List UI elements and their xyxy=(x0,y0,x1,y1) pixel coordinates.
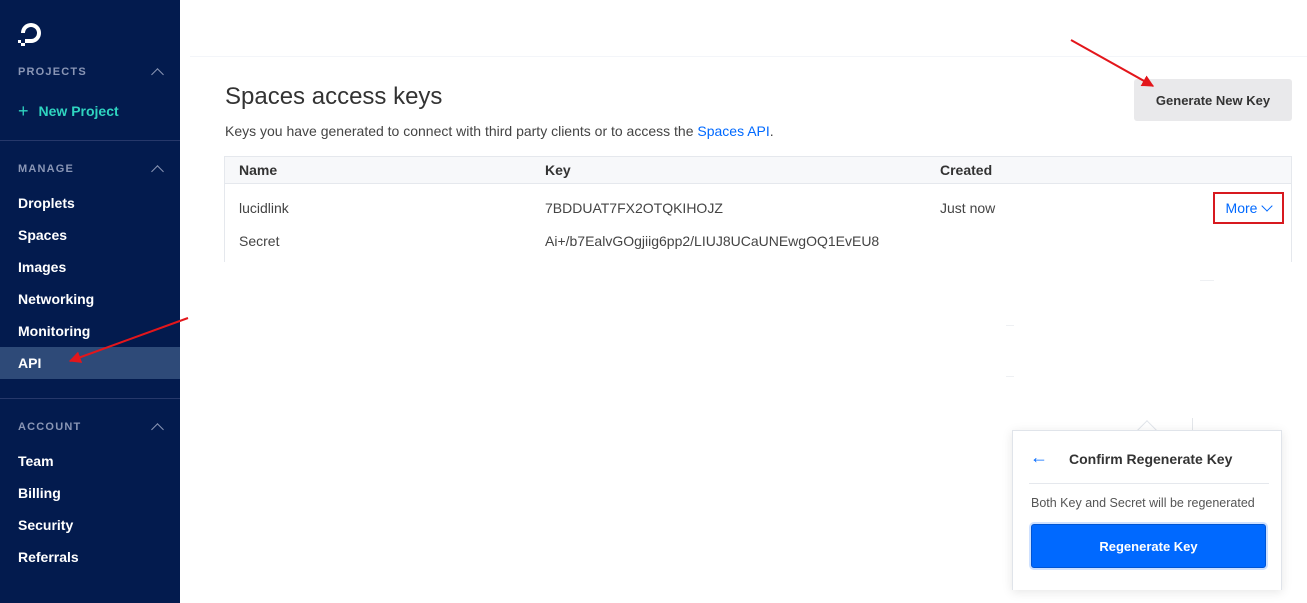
table-header: Name Key Created xyxy=(225,157,1291,184)
sidebar-item-spaces[interactable]: Spaces xyxy=(0,219,180,251)
confirm-regenerate-popover: ← Confirm Regenerate Key Both Key and Se… xyxy=(1012,430,1282,590)
secret-label-cell: Secret xyxy=(239,233,280,249)
sidebar-divider xyxy=(0,398,180,399)
column-header-key: Key xyxy=(545,162,571,178)
keys-table: Name Key Created lucidlink 7BDDUAT7FX2OT… xyxy=(224,156,1292,262)
spaces-api-link[interactable]: Spaces API xyxy=(697,123,769,139)
main-content: Spaces access keys Keys you have generat… xyxy=(180,0,1307,603)
new-project-link[interactable]: + New Project xyxy=(18,102,119,120)
chevron-down-icon xyxy=(1261,200,1274,212)
header-divider xyxy=(190,56,1307,57)
chevron-up-icon[interactable] xyxy=(151,423,164,436)
sidebar-item-referrals[interactable]: Referrals xyxy=(0,541,180,573)
popover-title: Confirm Regenerate Key xyxy=(1069,451,1233,467)
key-id-cell: 7BDDUAT7FX2OTQKIHOJZ xyxy=(545,200,723,216)
chevron-up-icon[interactable] xyxy=(151,165,164,178)
page-title: Spaces access keys xyxy=(225,83,443,110)
section-label-manage: MANAGE xyxy=(18,163,75,175)
created-cell: Just now xyxy=(940,200,996,216)
generate-new-key-button[interactable]: Generate New Key xyxy=(1134,79,1292,121)
chevron-up-icon[interactable] xyxy=(151,68,164,81)
sidebar-divider xyxy=(0,140,180,141)
subtitle-text: Keys you have generated to connect with … xyxy=(225,123,698,139)
faint-guide xyxy=(1200,280,1214,281)
column-header-created: Created xyxy=(940,162,993,178)
popover-message: Both Key and Secret will be regenerated xyxy=(1031,496,1255,510)
sidebar: PROJECTS + New Project MANAGE Droplets S… xyxy=(0,0,180,603)
digitalocean-logo-icon[interactable] xyxy=(16,18,46,48)
sidebar-item-monitoring[interactable]: Monitoring xyxy=(0,315,180,347)
key-name-cell: lucidlink xyxy=(239,200,289,216)
subtitle-end: . xyxy=(769,123,774,139)
faint-guide xyxy=(1006,376,1014,377)
sidebar-item-security[interactable]: Security xyxy=(0,509,180,541)
faint-guide xyxy=(1006,325,1014,326)
section-label-account: ACCOUNT xyxy=(18,421,82,433)
sidebar-item-images[interactable]: Images xyxy=(0,251,180,283)
more-label: More xyxy=(1225,200,1258,216)
popover-divider xyxy=(1029,483,1269,484)
column-header-name: Name xyxy=(239,162,278,178)
secret-value-cell: Ai+/b7EalvGOgjiig6pp2/LIUJ8UCaUNEwgOQ1Ev… xyxy=(545,233,880,249)
new-project-label: New Project xyxy=(38,103,119,119)
sidebar-item-networking[interactable]: Networking xyxy=(0,283,180,315)
section-label-projects: PROJECTS xyxy=(18,66,87,78)
back-arrow-icon[interactable]: ← xyxy=(1030,447,1048,468)
regenerate-key-button[interactable]: Regenerate Key xyxy=(1031,524,1266,568)
sidebar-item-team[interactable]: Team xyxy=(0,445,180,477)
sidebar-item-api[interactable]: API xyxy=(0,347,180,379)
app-root: PROJECTS + New Project MANAGE Droplets S… xyxy=(0,0,1307,603)
sidebar-item-droplets[interactable]: Droplets xyxy=(0,187,180,219)
sidebar-item-billing[interactable]: Billing xyxy=(0,477,180,509)
page-subtitle: Keys you have generated to connect with … xyxy=(225,123,774,139)
more-dropdown-button[interactable]: More xyxy=(1213,192,1284,224)
plus-icon: + xyxy=(18,101,29,121)
